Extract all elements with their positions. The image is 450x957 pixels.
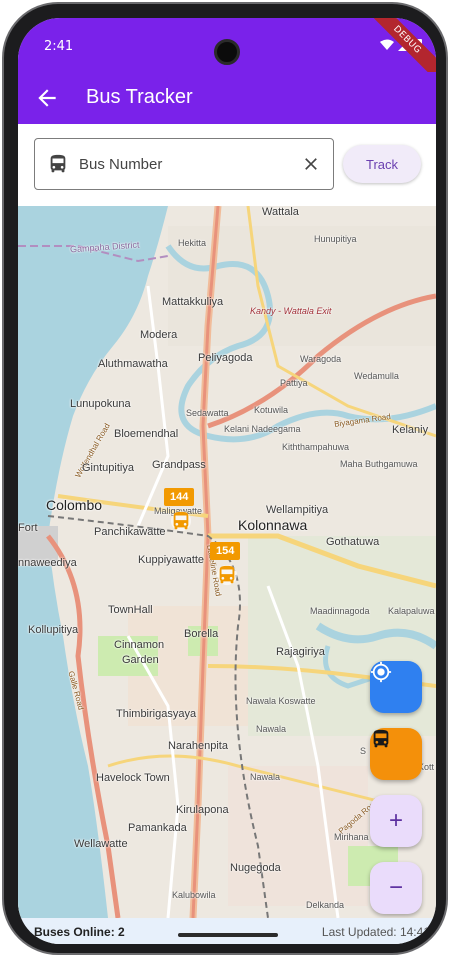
place-sedawatta: Sedawatta — [186, 408, 229, 418]
zoom-in-button[interactable]: + — [370, 795, 422, 847]
place-borella: Borella — [184, 628, 219, 640]
show-buses-button[interactable] — [370, 728, 422, 780]
clear-icon[interactable] — [301, 154, 321, 174]
place-kirulapona: Kirulapona — [176, 804, 229, 816]
place-kelani-nadeegama: Kelani Nadeegama — [224, 424, 301, 434]
bus-number-field[interactable] — [34, 138, 334, 190]
bus-icon — [373, 729, 389, 748]
place-wedamulla: Wedamulla — [354, 371, 399, 381]
place-havelock-town: Havelock Town — [96, 772, 170, 784]
place-kolonnawa: Kolonnawa — [238, 517, 308, 533]
place-nawala: Nawala — [256, 724, 287, 734]
place-hunupitiya: Hunupitiya — [314, 234, 357, 244]
search-row: Track — [18, 124, 436, 206]
place-nawala-koswatte: Nawala Koswatte — [246, 696, 316, 706]
bus-marker-icon — [216, 564, 238, 586]
place-delkanda: Delkanda — [306, 900, 345, 910]
place-pattiya: Pattiya — [280, 378, 308, 388]
place-nawala-2: Nawala — [250, 772, 281, 782]
place-wattala: Wattala — [262, 206, 299, 218]
bus-number-input[interactable] — [79, 149, 289, 179]
place-fort: Fort — [18, 522, 38, 534]
place-hekitta: Hekitta — [178, 238, 207, 248]
place-kalubowila: Kalubowila — [172, 890, 216, 900]
place-bloemendhal: Bloemendhal — [114, 428, 179, 440]
place-wellampitiya: Wellampitiya — [266, 504, 329, 516]
bus-marker-icon — [170, 510, 192, 532]
place-modera: Modera — [140, 329, 178, 341]
place-maha-buthgamuwa: Maha Buthgamuwa — [340, 459, 418, 469]
place-aluthmawatha: Aluthmawatha — [98, 358, 168, 370]
place-panchikawatte: Panchikawatte — [94, 526, 166, 538]
place-narahenpita: Narahenpita — [168, 740, 228, 752]
place-kollupitiya: Kollupitiya — [28, 624, 79, 636]
place-kuppiyawatte: Kuppiyawatte — [138, 554, 205, 566]
phone-frame: 2:41 DEBUG Bus Tracker Bus Number Track … — [2, 2, 448, 955]
place-kiththampahuwa: Kiththampahuwa — [282, 442, 350, 452]
status-time: 2:41 — [44, 39, 74, 54]
place-lunupokuna: Lunupokuna — [70, 398, 131, 410]
place-gothatuwa: Gothatuwa — [326, 536, 380, 548]
bus-icon — [47, 153, 69, 175]
screen: 2:41 DEBUG Bus Tracker Bus Number Track … — [18, 18, 436, 944]
place-mirihana: Mirihana — [334, 832, 369, 842]
place-gintupitiya: Gintupitiya — [82, 462, 134, 474]
place-wellawatte: Wellawatte — [74, 838, 128, 850]
place-kotuwila: Kotuwila — [254, 405, 289, 415]
page-title: Bus Tracker — [86, 86, 193, 108]
place-cinnamon-garden-2: Garden — [122, 654, 159, 666]
place-colombo: Colombo — [46, 497, 103, 513]
place-townhall: TownHall — [108, 604, 153, 616]
buses-online-count: Buses Online: 2 — [34, 925, 125, 939]
back-button[interactable] — [34, 85, 60, 111]
place-rajagiriya: Rajagiriya — [276, 646, 325, 658]
place-waragoda: Waragoda — [300, 354, 342, 364]
bus-marker-label: 144 — [164, 488, 195, 506]
status-footer: Buses Online: 2 Last Updated: 14:41 — [18, 918, 436, 944]
place-thimbirigasyaya: Thimbirigasyaya — [116, 708, 197, 720]
map-view[interactable]: Wattala Hekitta Hunupitiya Gampaha Distr… — [18, 206, 436, 918]
place-kalapaluwa: Kalapaluwa — [388, 606, 435, 616]
my-location-button[interactable] — [370, 661, 422, 713]
place-mattakkuliya: Mattakkuliya — [162, 296, 224, 308]
zoom-out-button[interactable]: − — [370, 862, 422, 914]
status-bar: 2:41 DEBUG — [18, 18, 436, 85]
track-button[interactable]: Track — [343, 145, 421, 183]
place-grandpass: Grandpass — [152, 459, 206, 471]
place-cinnamon-garden: Cinnamon — [114, 639, 165, 651]
place-kelaniy: Kelaniy — [392, 424, 429, 436]
home-indicator[interactable] — [178, 933, 278, 937]
place-peliyagoda: Peliyagoda — [198, 352, 253, 364]
arrow-back-icon — [38, 89, 56, 107]
place-nnaweediya: nnaweediya — [18, 557, 77, 569]
wifi-icon — [380, 38, 394, 56]
my-location-icon — [370, 661, 392, 683]
place-s-label: S — [360, 746, 367, 756]
last-updated-time: Last Updated: 14:41 — [321, 925, 430, 939]
app-bar: Bus Tracker — [18, 72, 436, 124]
place-kandy-exit: Kandy - Wattala Exit — [250, 306, 332, 316]
place-maadinnagoda: Maadinnagoda — [310, 606, 370, 616]
bus-marker-label: 154 — [210, 542, 241, 560]
camera-cutout — [214, 39, 240, 65]
place-nugegoda: Nugegoda — [230, 862, 281, 874]
place-pamankada: Pamankada — [128, 822, 187, 834]
